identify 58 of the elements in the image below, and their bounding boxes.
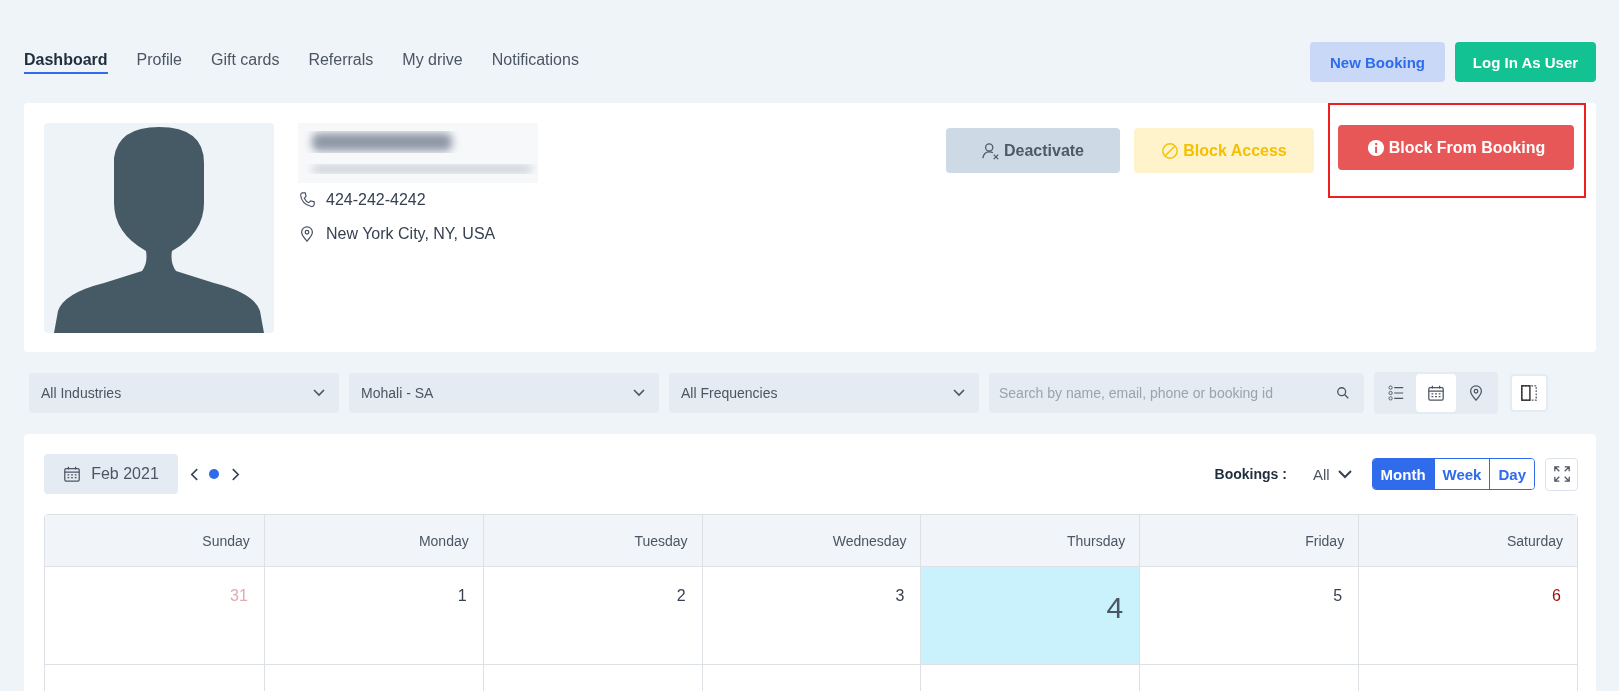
weekday-header: Monday — [263, 515, 483, 567]
today-dot[interactable] — [209, 469, 219, 479]
view-tab[interactable]: Month — [1372, 459, 1434, 489]
block-icon — [1161, 141, 1180, 160]
previous-button[interactable] — [190, 467, 199, 481]
location-pin-icon — [298, 225, 316, 243]
month-label: Feb 2021 — [91, 465, 159, 483]
bookings-dropdown[interactable]: All — [1312, 465, 1352, 483]
new-booking-button[interactable]: New Booking — [1310, 42, 1445, 82]
chevron-down-icon — [953, 389, 965, 397]
view-tab[interactable]: Day — [1489, 459, 1534, 489]
weekday-header: Saturday — [1358, 515, 1577, 567]
phone-icon — [298, 191, 316, 209]
expand-icon — [1552, 465, 1571, 483]
day-number: 2 — [676, 587, 686, 605]
action-button[interactable]: Deactivate — [946, 128, 1120, 173]
filter-dropdown[interactable]: Mohali - SA — [349, 373, 659, 413]
day-number: 6 — [1552, 587, 1561, 605]
nav-tab[interactable]: Profile — [136, 50, 182, 74]
filter-dropdown[interactable]: All Industries — [29, 373, 339, 413]
weekday-header: Sunday — [45, 515, 264, 567]
location-text: New York City, NY, USA — [326, 225, 496, 243]
list-icon — [1387, 384, 1405, 402]
day-number: 5 — [1333, 587, 1343, 605]
calendar-icon — [1427, 384, 1445, 402]
day-number: 4 — [1106, 591, 1124, 625]
chevron-down-icon — [1337, 469, 1352, 479]
fullscreen-button[interactable] — [1545, 457, 1578, 491]
panel-toggle-button[interactable] — [1510, 374, 1548, 412]
next-button[interactable] — [231, 467, 240, 481]
weekday-header: Friday — [1139, 515, 1359, 567]
chevron-down-icon — [313, 389, 325, 397]
weekday-header: Tuesday — [482, 515, 702, 567]
nav-tab[interactable]: My drive — [402, 50, 463, 74]
search-icon — [1336, 386, 1350, 400]
phone-number: 424-242-4242 — [326, 191, 426, 209]
location-pin-icon — [1467, 384, 1485, 402]
bookings-label: Bookings : — [1214, 466, 1287, 482]
month-picker[interactable]: Feb 2021 — [44, 454, 178, 494]
day-number: 1 — [457, 587, 467, 605]
nav-tab[interactable]: Referrals — [308, 50, 374, 74]
day-number: 3 — [895, 587, 905, 605]
nav-tab[interactable]: Notifications — [491, 50, 579, 74]
avatar-silhouette-icon — [44, 123, 274, 333]
calendar-view-button[interactable] — [1416, 374, 1456, 412]
search-field[interactable]: Search by name, email, phone or booking id — [989, 373, 1364, 413]
weekday-header: Wednesday — [701, 515, 921, 567]
nav-tab[interactable]: Gift cards — [210, 50, 280, 74]
weekday-header: Thursday — [920, 515, 1140, 567]
nav-tab[interactable]: Dashboard — [24, 50, 108, 74]
chevron-down-icon — [633, 389, 645, 397]
action-button[interactable]: Block From Booking — [1338, 125, 1574, 170]
info-icon — [1366, 138, 1385, 157]
user-remove-icon — [981, 141, 1000, 160]
filter-dropdown[interactable]: All Frequencies — [669, 373, 979, 413]
calendar-icon — [63, 465, 82, 483]
split-panel-icon — [1520, 384, 1538, 402]
day-number: 31 — [230, 587, 248, 605]
